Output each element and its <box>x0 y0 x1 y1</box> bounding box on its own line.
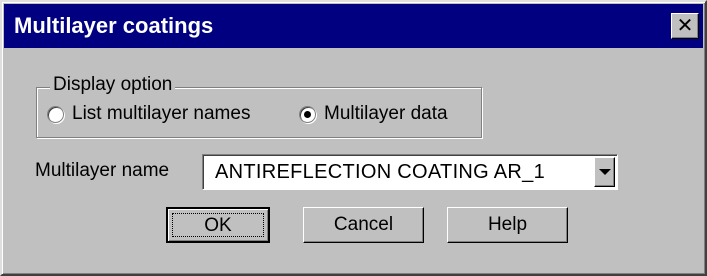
cancel-button[interactable]: Cancel <box>303 207 424 243</box>
help-button[interactable]: Help <box>447 207 568 243</box>
window-title: Multilayer coatings <box>14 13 214 38</box>
radio-label-list-multilayer-names: List multilayer names <box>72 103 251 124</box>
multilayer-name-label: Multilayer name <box>35 160 170 181</box>
chevron-down-icon[interactable] <box>594 157 615 187</box>
close-button[interactable]: ✕ <box>671 13 699 39</box>
ok-button-label: OK <box>172 213 264 237</box>
radio-unchecked-icon <box>47 105 64 123</box>
radio-checked-icon <box>299 105 316 123</box>
close-icon: ✕ <box>676 13 694 37</box>
radio-multilayer-data[interactable]: Multilayer data <box>299 103 448 125</box>
multilayer-name-dropdown[interactable]: ANTIREFLECTION COATING AR_1 <box>202 154 618 190</box>
ok-button[interactable]: OK <box>166 207 270 243</box>
radio-label-multilayer-data: Multilayer data <box>324 103 448 124</box>
title-bar[interactable]: Multilayer coatings ✕ <box>4 4 703 48</box>
cancel-button-label: Cancel <box>333 214 394 235</box>
multilayer-name-value: ANTIREFLECTION COATING AR_1 <box>215 161 546 183</box>
radio-list-multilayer-names[interactable]: List multilayer names <box>47 103 250 125</box>
display-option-legend: Display option <box>50 74 176 96</box>
help-button-label: Help <box>487 214 528 235</box>
